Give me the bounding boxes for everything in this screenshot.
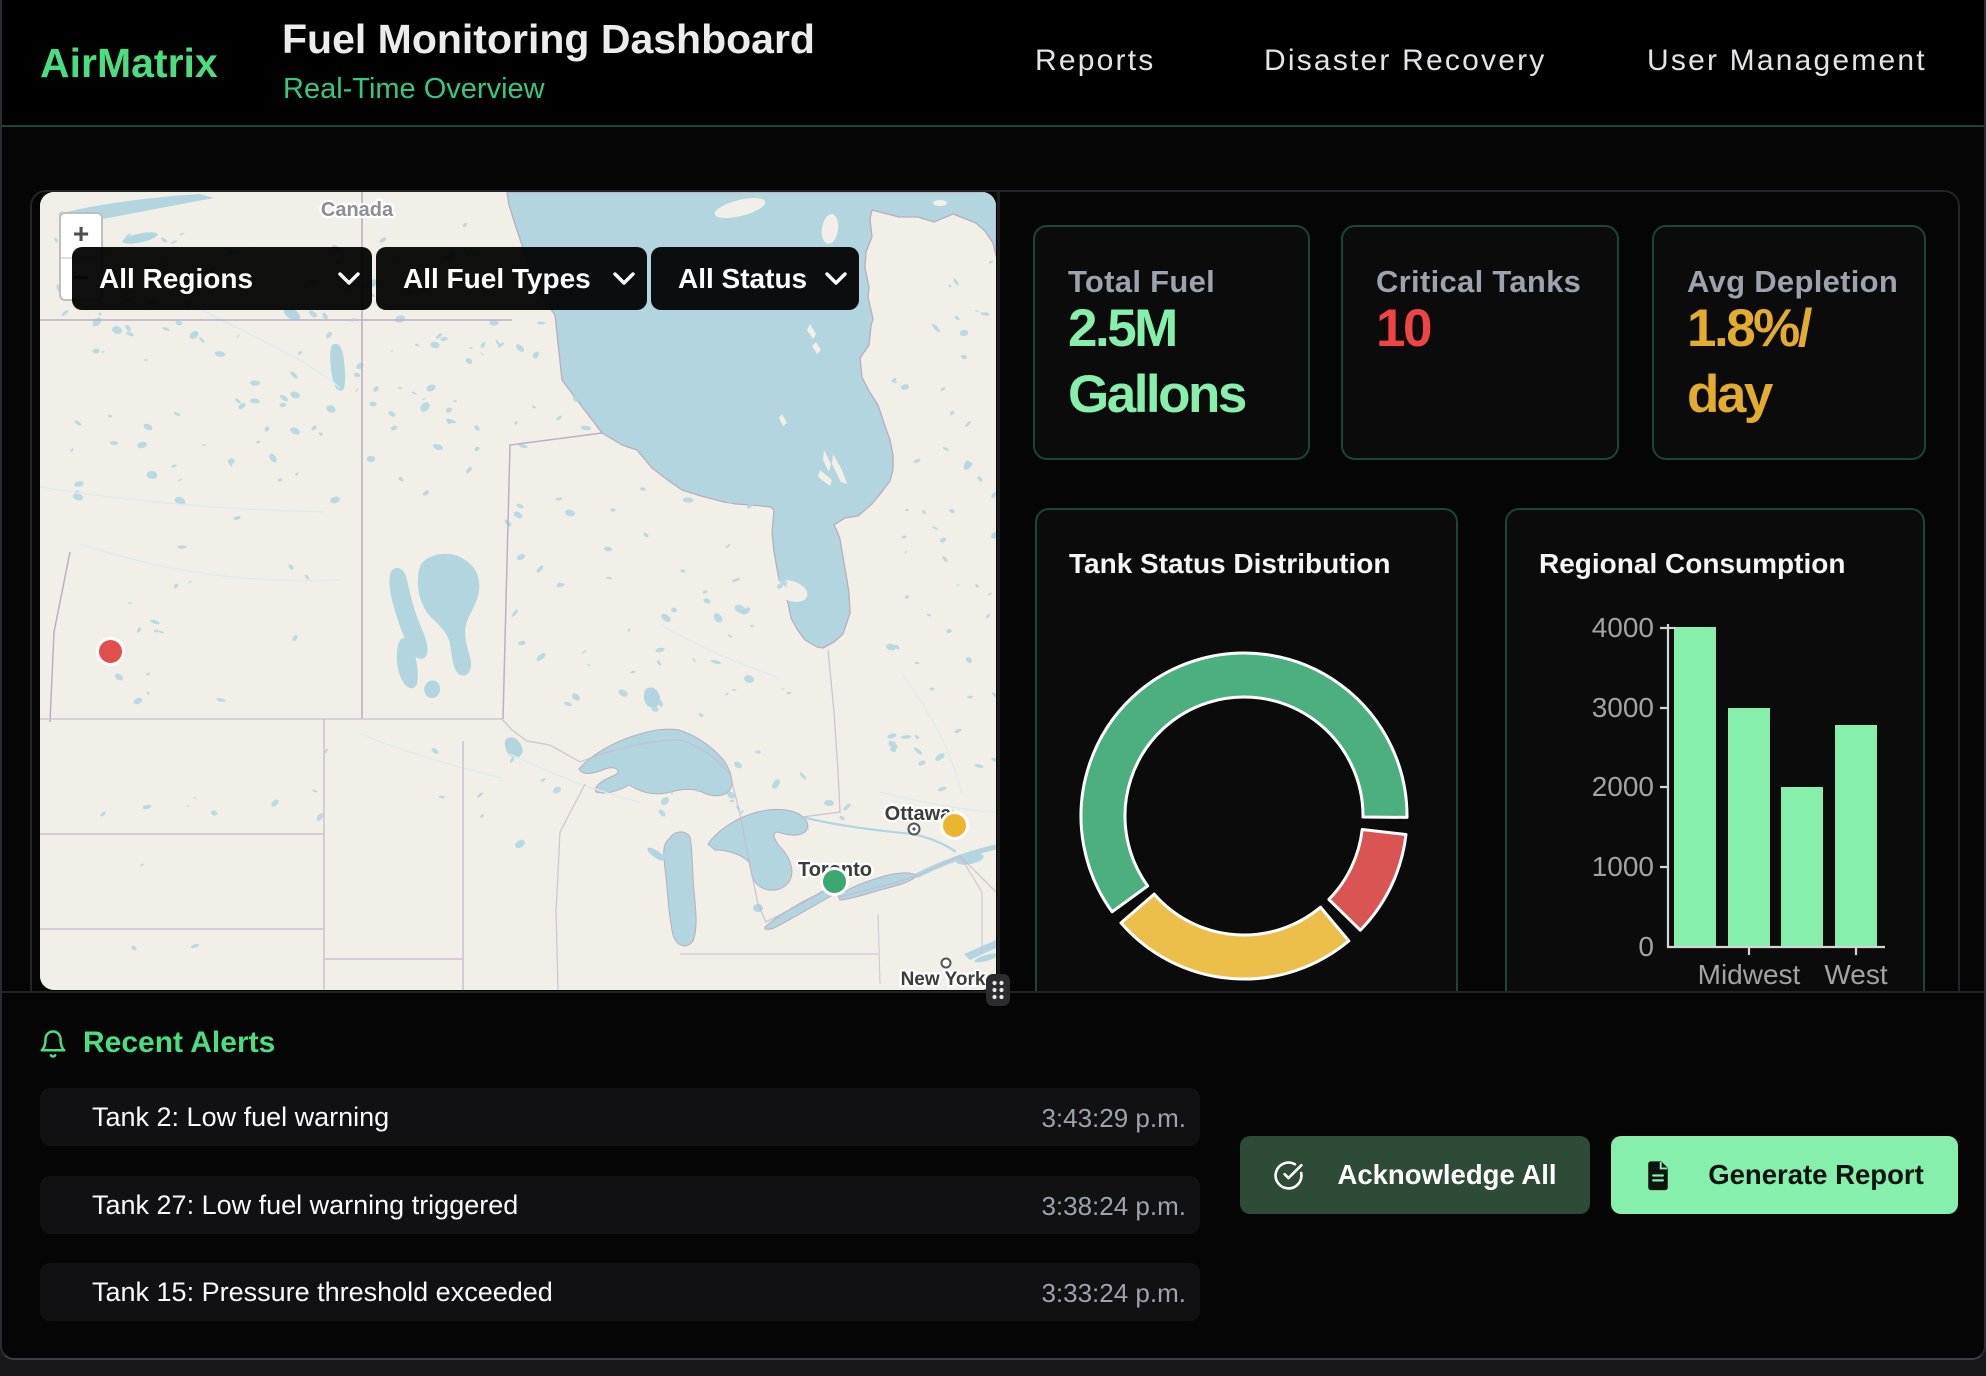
- svg-text:0: 0: [1638, 931, 1654, 962]
- svg-text:Midwest: Midwest: [1698, 959, 1801, 990]
- svg-text:3000: 3000: [1592, 692, 1654, 723]
- svg-text:New York: New York: [901, 969, 986, 990]
- svg-text:Canada: Canada: [321, 199, 394, 221]
- svg-text:West: West: [1824, 959, 1887, 990]
- svg-text:1000: 1000: [1592, 851, 1654, 882]
- svg-text:2000: 2000: [1592, 771, 1654, 802]
- svg-text:4000: 4000: [1592, 612, 1654, 643]
